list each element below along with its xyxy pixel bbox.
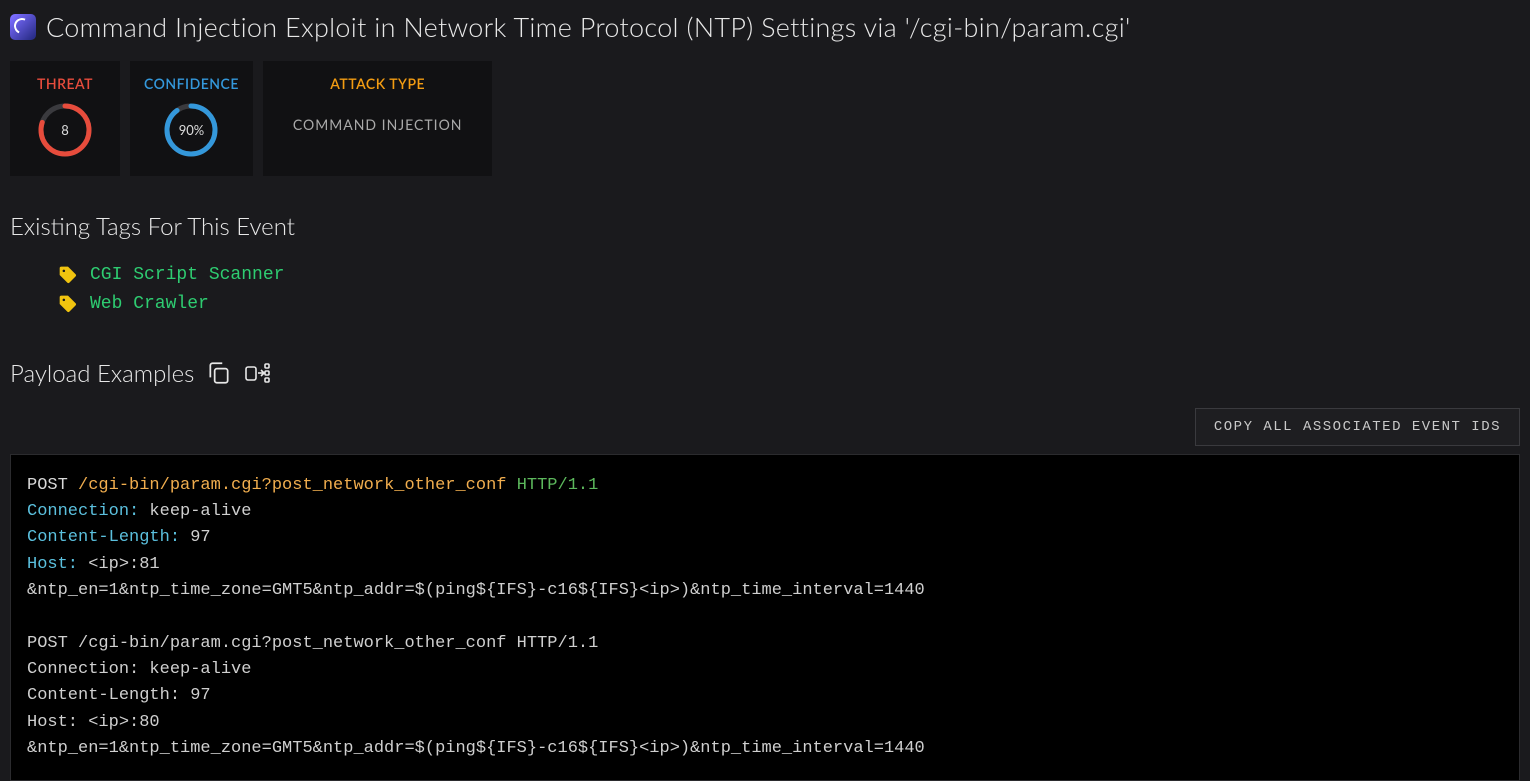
- app-logo-icon: [10, 14, 36, 40]
- confidence-label: CONFIDENCE: [144, 75, 239, 92]
- copy-icon[interactable]: [206, 360, 232, 386]
- copy-all-ids-button[interactable]: COPY ALL ASSOCIATED EVENT IDS: [1195, 408, 1520, 446]
- tags-list: CGI Script ScannerWeb Crawler: [58, 261, 1520, 319]
- tag-row[interactable]: CGI Script Scanner: [58, 261, 1520, 290]
- attack-type-label: ATTACK TYPE: [330, 75, 425, 92]
- confidence-gauge: 90%: [163, 102, 219, 158]
- attack-type-value: COMMAND INJECTION: [285, 102, 471, 147]
- payload-section-head: Payload Examples: [10, 359, 1520, 388]
- confidence-card: CONFIDENCE 90%: [130, 61, 253, 176]
- confidence-value: 90%: [163, 102, 219, 158]
- threat-card: THREAT 8: [10, 61, 120, 176]
- page-title: Command Injection Exploit in Network Tim…: [46, 10, 1131, 43]
- payload-code-panel[interactable]: POST /cgi-bin/param.cgi?post_network_oth…: [10, 454, 1520, 781]
- copy-bar: COPY ALL ASSOCIATED EVENT IDS: [10, 408, 1520, 446]
- attack-type-card: ATTACK TYPE COMMAND INJECTION: [263, 61, 493, 176]
- threat-label: THREAT: [37, 75, 93, 92]
- variant-icon[interactable]: [244, 360, 272, 386]
- tag-label: Web Crawler: [90, 290, 209, 319]
- payload-section-title: Payload Examples: [10, 359, 194, 388]
- tag-label: CGI Script Scanner: [90, 261, 284, 290]
- threat-gauge: 8: [37, 102, 93, 158]
- title-row: Command Injection Exploit in Network Tim…: [10, 10, 1520, 43]
- stat-cards: THREAT 8 CONFIDENCE 90% ATTACK TYPE COMM…: [10, 61, 1520, 176]
- tags-section-title: Existing Tags For This Event: [10, 212, 1520, 241]
- tag-row[interactable]: Web Crawler: [58, 290, 1520, 319]
- tag-icon: [58, 265, 78, 285]
- tag-icon: [58, 294, 78, 314]
- threat-value: 8: [37, 102, 93, 158]
